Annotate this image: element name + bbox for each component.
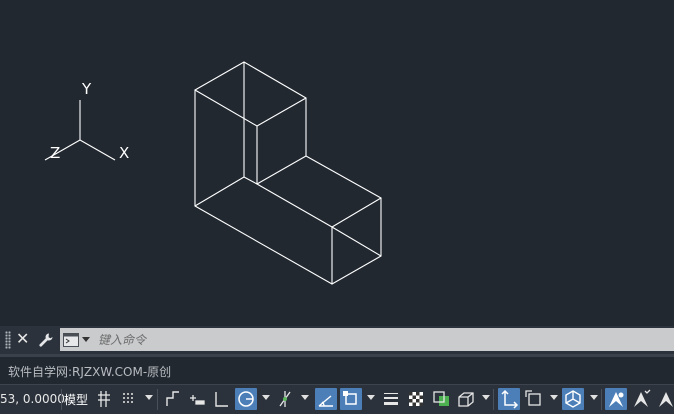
dynamic-input-icon[interactable] — [186, 388, 208, 410]
dynamic-ucs-icon[interactable] — [498, 388, 520, 410]
selection-cycling-icon[interactable] — [430, 388, 452, 410]
wrench-icon[interactable] — [38, 332, 54, 352]
3d-wireframe-model[interactable] — [194, 61, 382, 285]
ucs-x-label: X — [119, 144, 129, 162]
annotation-visibility-icon[interactable] — [605, 388, 627, 410]
object-snap-icon[interactable] — [340, 388, 362, 410]
watermark-bar: 软件自学网:RJZXW.COM-原创 — [0, 357, 674, 384]
gizmo-icon[interactable] — [562, 388, 584, 410]
auto-scale-icon[interactable] — [630, 388, 652, 410]
chevron-down-icon[interactable] — [301, 395, 309, 400]
status-bar: 53, 0.0000 模型 — [0, 384, 674, 414]
3d-object-snap-icon[interactable] — [455, 388, 477, 410]
ortho-mode-icon[interactable] — [210, 388, 232, 410]
model-space-button[interactable]: 模型 — [64, 391, 88, 408]
command-prompt-icon[interactable] — [63, 332, 90, 347]
chevron-down-icon[interactable] — [590, 395, 598, 400]
divider — [493, 389, 494, 410]
chevron-down-icon[interactable] — [550, 395, 558, 400]
coordinates-readout[interactable]: 53, 0.0000 — [0, 392, 65, 406]
command-input[interactable] — [96, 329, 670, 351]
chevron-down-icon[interactable] — [82, 337, 90, 342]
close-icon[interactable]: ✕ — [16, 329, 29, 349]
divider — [61, 389, 62, 410]
chevron-down-icon[interactable] — [482, 395, 490, 400]
command-line-bar: ✕ — [0, 326, 674, 354]
drag-handle-icon[interactable] — [5, 331, 11, 349]
grid-icon[interactable] — [93, 388, 115, 410]
ucs-y-label: Y — [81, 80, 92, 98]
chevron-down-icon[interactable] — [367, 395, 375, 400]
drawing-viewport[interactable]: Y X Z — [0, 0, 674, 326]
divider — [601, 389, 602, 410]
chevron-down-icon[interactable] — [262, 395, 270, 400]
snap-mode-icon[interactable] — [117, 388, 139, 410]
ucs-z-label: Z — [50, 144, 60, 162]
chevron-down-icon[interactable] — [145, 395, 153, 400]
command-input-box — [60, 328, 674, 351]
infer-constraints-icon[interactable] — [162, 388, 184, 410]
object-snap-tracking-icon[interactable] — [315, 388, 337, 410]
lineweight-icon[interactable] — [380, 388, 402, 410]
annotation-scale-icon[interactable] — [655, 388, 674, 410]
polar-tracking-icon[interactable] — [235, 388, 257, 410]
selection-filtering-icon[interactable] — [523, 388, 545, 410]
transparency-icon[interactable] — [405, 388, 427, 410]
isometric-drafting-icon[interactable] — [274, 388, 296, 410]
watermark-text: 软件自学网:RJZXW.COM-原创 — [8, 365, 172, 379]
divider — [157, 389, 158, 410]
